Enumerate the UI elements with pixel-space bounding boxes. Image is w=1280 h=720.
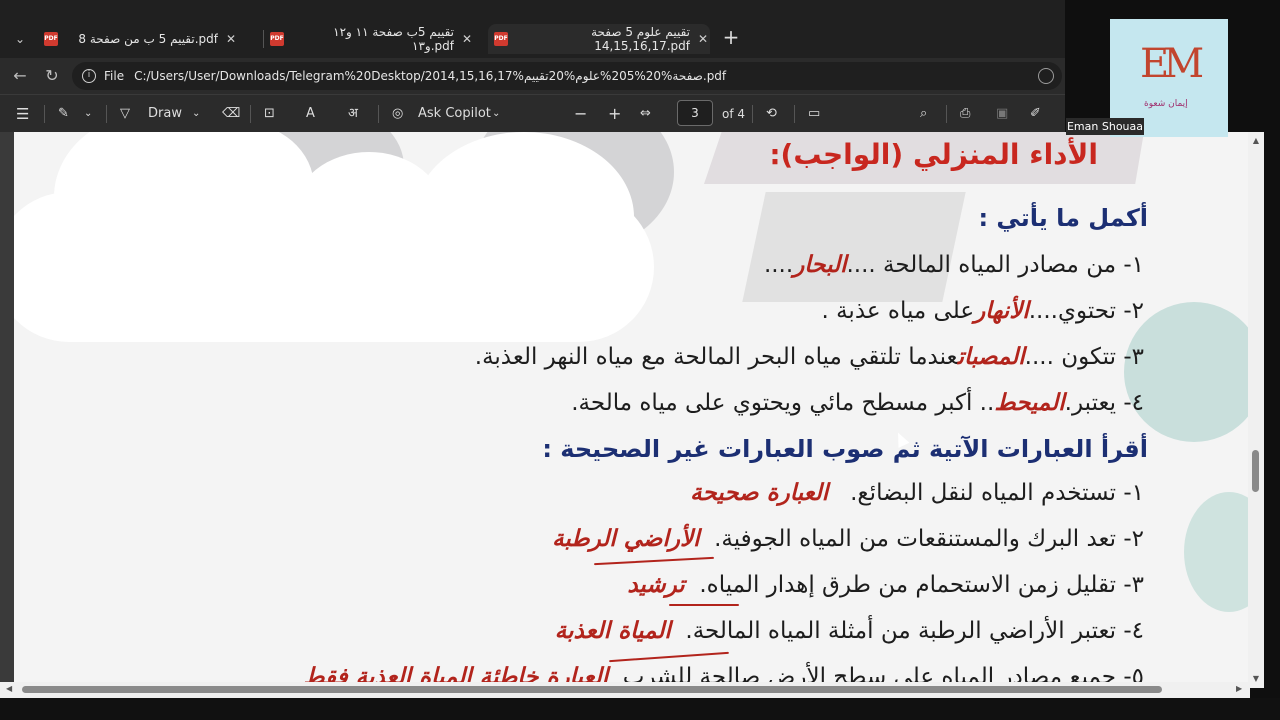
translate-icon[interactable]: अ	[348, 103, 358, 125]
save-icon[interactable]: ▣	[996, 103, 1008, 125]
refresh-icon[interactable]: ↻	[40, 64, 64, 88]
print-icon[interactable]: ⎙	[960, 103, 970, 125]
tab-label: تقييم 5 ب من صفحة 8.pdf	[78, 32, 218, 46]
vertical-scrollbar[interactable]: ▲ ▼	[1248, 132, 1264, 688]
draw-icon[interactable]: ▽	[120, 103, 130, 125]
answer-text: ترشيد	[627, 572, 685, 598]
question-line: ١- من مصادر المياه المالحة ....البحار...…	[763, 252, 1144, 278]
address-bar-row: ← ↻ i File C:/Users/User/Downloads/Teleg…	[0, 58, 1065, 94]
address-bar[interactable]: i File C:/Users/User/Downloads/Telegram%…	[72, 62, 1062, 90]
answer-text: الميحط	[994, 390, 1065, 416]
fit-width-icon[interactable]: ⇔	[640, 103, 651, 125]
statement-line: ٣- تقليل زمن الاستحمام من طرق إهدار المي…	[627, 572, 1144, 598]
eraser-icon[interactable]: ⌫	[222, 103, 240, 125]
horizontal-scrollbar[interactable]: ◀ ▶	[0, 682, 1250, 698]
tab-2[interactable]: PDF تقييم 5ب صفحة ١١ و١٢ و١٣.pdf ✕	[270, 24, 485, 54]
pdf-icon: PDF	[270, 32, 284, 46]
bottom-strip	[0, 698, 1280, 720]
logo-caption: إيمان شعوة	[1144, 99, 1188, 109]
tab-label: تقييم 5ب صفحة ١١ و١٢ و١٣.pdf	[333, 25, 454, 53]
statement-line: ٥- جميع مصادر المياه على سطح الأرض صالحة…	[303, 664, 1144, 684]
pdf-toolbar: ☰ ✎ ⌄ ▽ Draw ⌄ ⌫ ⊡ A अ ◎ Ask Copilot ⌄ −…	[0, 94, 1065, 132]
answer-text: العبارة خاطئة المياة العذبة فقط	[303, 664, 609, 684]
new-tab-button[interactable]: +	[720, 26, 742, 48]
close-icon[interactable]: ✕	[226, 32, 236, 46]
statement-line: ١- تستخدم المياه لنقل البضائع. العبارة ص…	[690, 480, 1144, 506]
scroll-right-arrow-icon[interactable]: ▶	[1236, 684, 1242, 693]
participant-name: Eman Shouaa	[1066, 118, 1144, 135]
tab-3-active[interactable]: PDF تقييم علوم 5 صفحة 14,15,16,17.pdf ✕	[488, 24, 710, 54]
scrollbar-thumb[interactable]	[1252, 450, 1259, 492]
decorative-circle	[1184, 492, 1248, 612]
statement-line: ٢- تعد البرك والمستنقعات من المياه الجوف…	[552, 526, 1144, 552]
scroll-down-arrow-icon[interactable]: ▼	[1251, 674, 1261, 683]
answer-text: الأراضي الرطبة	[552, 526, 700, 552]
page-number-input[interactable]: 3	[677, 100, 713, 126]
section-heading-correct: أقرأ العبارات الآتية ثم صوب العبارات غير…	[542, 435, 1148, 463]
zoom-in-icon[interactable]: +	[608, 103, 621, 125]
underline-mark	[594, 556, 714, 566]
brand-logo: EM	[1140, 41, 1204, 87]
copilot-icon[interactable]: ◎	[392, 103, 403, 125]
underline-mark	[669, 604, 739, 606]
draw-button[interactable]: Draw	[148, 103, 182, 125]
url-text[interactable]: C:/Users/User/Downloads/Telegram%20Deskt…	[134, 69, 726, 83]
question-line: ٤- يعتبر.الميحط.. أكبر مسطح مائي ويحتوي …	[571, 390, 1144, 416]
answer-text: الأنهار	[974, 298, 1029, 324]
text-box-icon[interactable]: ⊡	[264, 103, 275, 125]
save-as-icon[interactable]: ✐	[1030, 103, 1041, 125]
answer-text: المياة العذبة	[554, 618, 671, 644]
underline-mark	[609, 651, 729, 663]
statement-line: ٤- تعتبر الأراضي الرطبة من أمثلة المياه …	[554, 618, 1144, 644]
zoom-icon[interactable]	[1038, 68, 1054, 84]
tab-label: تقييم علوم 5 صفحة 14,15,16,17.pdf	[591, 25, 690, 53]
info-icon[interactable]: i	[82, 69, 96, 83]
pdf-page: الأداء المنزلي (الواجب): أكمل ما يأتي : …	[14, 132, 1248, 684]
scrollbar-thumb[interactable]	[22, 686, 1162, 693]
page-total: of 4	[722, 107, 746, 121]
question-line: ٣- تتكون ....المصباتعندما تلتقي مياه الب…	[474, 344, 1144, 370]
tab-1[interactable]: PDF تقييم 5 ب من صفحة 8.pdf ✕	[44, 24, 259, 54]
read-aloud-icon[interactable]: A	[306, 103, 315, 125]
zoom-out-icon[interactable]: −	[574, 103, 587, 125]
answer-text: المصبات	[957, 344, 1025, 370]
scroll-left-arrow-icon[interactable]: ◀	[6, 684, 12, 693]
highlight-icon[interactable]: ✎	[58, 103, 69, 125]
tab-strip: ⌄ PDF تقييم 5 ب من صفحة 8.pdf ✕ PDF تقيي…	[0, 0, 1065, 58]
search-icon[interactable]: ⌕	[920, 103, 927, 125]
scroll-up-arrow-icon[interactable]: ▲	[1251, 136, 1261, 145]
chevron-down-icon[interactable]: ⌄	[192, 103, 200, 125]
close-icon[interactable]: ✕	[698, 32, 708, 46]
scheme-label: File	[104, 69, 125, 83]
back-arrow-icon[interactable]: ←	[8, 64, 32, 88]
question-line: ٢- تحتوي....الأنهارعلى مياه عذبة .	[821, 298, 1144, 324]
cloud-decoration	[414, 132, 634, 302]
rotate-icon[interactable]: ⟲	[766, 103, 777, 125]
page-title: الأداء المنزلي (الواجب):	[769, 138, 1098, 171]
chevron-down-icon[interactable]: ⌄	[492, 103, 500, 125]
pdf-icon: PDF	[44, 32, 58, 46]
pdf-icon: PDF	[494, 32, 508, 46]
contents-list-icon[interactable]: ☰	[16, 103, 29, 125]
graduation-cap-illustration	[742, 192, 966, 302]
chevron-down-icon[interactable]: ⌄	[84, 103, 92, 125]
ask-copilot-button[interactable]: Ask Copilot	[418, 103, 491, 125]
tab-actions-menu-button[interactable]: ⌄	[8, 28, 32, 50]
close-icon[interactable]: ✕	[462, 32, 472, 46]
page-view-icon[interactable]: ▭	[808, 103, 820, 125]
section-heading-complete: أكمل ما يأتي :	[978, 204, 1148, 232]
answer-text: البحار	[793, 252, 847, 278]
answer-text: العبارة صحيحة	[690, 480, 829, 506]
